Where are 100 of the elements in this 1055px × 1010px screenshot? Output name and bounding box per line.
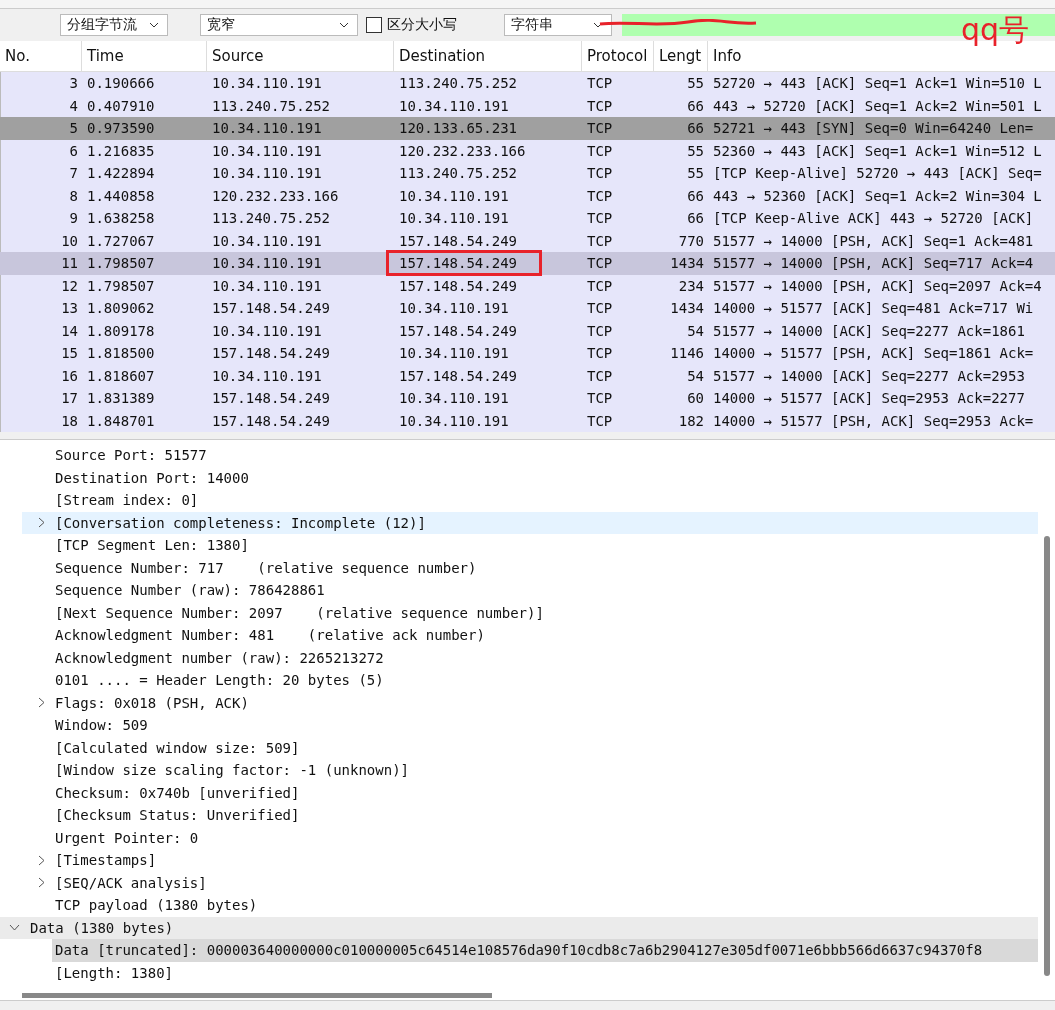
- chevron-icon[interactable]: [8, 924, 20, 932]
- detail-row[interactable]: Checksum: 0x740b [unverified]: [0, 781, 1038, 804]
- detail-row[interactable]: Sequence Number (raw): 786428861: [0, 579, 1038, 602]
- time-cell: 1.818607: [87, 367, 155, 384]
- detail-row[interactable]: Source Port: 51577: [0, 444, 1038, 467]
- number-cell: 10: [61, 232, 78, 249]
- protocol-cell: TCP: [587, 255, 613, 272]
- detail-row[interactable]: Flags: 0x018 (PSH, ACK): [0, 691, 1038, 714]
- info-cell: 14000 → 51577 [PSH, ACK] Seq=2953 Ack=: [713, 412, 1034, 429]
- field-label: Window: 509: [55, 717, 148, 734]
- info-cell: 51577 → 14000 [PSH, ACK] Seq=717 Ack=4: [713, 255, 1034, 272]
- packet-row[interactable]: 3 0.190666 10.34.110.191 113.240.75.252 TCP 55 52720 → 443 [ACK] Seq=1 Ack=1 Win=510 L: [0, 72, 1055, 95]
- column-header[interactable]: Destination: [394, 41, 582, 71]
- packet-row[interactable]: 9 1.638258 113.240.75.252 10.34.110.191 TCP 66 [TCP Keep-Alive ACK] 443 → 52720 [ACK]: [0, 207, 1055, 230]
- field-label: [Next Sequence Number: 2097 (relative sequence number)]: [55, 604, 544, 621]
- detail-row[interactable]: TCP payload (1380 bytes): [0, 894, 1038, 917]
- protocol-cell: TCP: [587, 412, 613, 429]
- field-label: [Timestamps]: [55, 852, 157, 869]
- detail-row[interactable]: Acknowledgment number (raw): 2265213272: [0, 646, 1038, 669]
- time-cell: 1.818500: [87, 345, 155, 362]
- field-label: [Stream index: 0]: [55, 492, 199, 509]
- number-cell: 5: [69, 120, 78, 137]
- info-cell: [TCP Keep-Alive ACK] 443 → 52720 [ACK]: [713, 210, 1034, 227]
- case-sensitive-checkbox[interactable]: [366, 16, 382, 33]
- packet-row[interactable]: 11 1.798507 10.34.110.191 157.148.54.249 TCP 1434 51577 → 14000 [PSH, ACK] Seq=717 Ack=4: [0, 252, 1055, 275]
- field-label[interactable]: Data [truncated]: 000003640000000c010000005c64514e108576da90f10cdb8c7a6b2904127e305df0071e6bbb566d6637c94370f8: [52, 939, 1038, 962]
- field-label: Destination Port: 14000: [55, 469, 249, 486]
- detail-row[interactable]: [Conversation completeness: Incomplete (12)]: [22, 511, 1038, 534]
- field-label: Urgent Pointer: 0: [55, 829, 199, 846]
- packet-row[interactable]: 16 1.818607 10.34.110.191 157.148.54.249 TCP 54 51577 → 14000 [ACK] Seq=2277 Ack=2953: [0, 364, 1055, 387]
- column-header[interactable]: Time: [82, 41, 207, 71]
- field-label: TCP payload (1380 bytes): [55, 897, 258, 914]
- length-cell: 1146: [670, 345, 704, 362]
- packet-row[interactable]: 12 1.798507 10.34.110.191 157.148.54.249 TCP 234 51577 → 14000 [PSH, ACK] Seq=2097 Ack=4: [0, 274, 1055, 297]
- destination-cell: 10.34.110.191: [399, 97, 509, 114]
- time-cell: 1.798507: [87, 255, 155, 272]
- column-header[interactable]: Source: [207, 41, 394, 71]
- source-cell: 113.240.75.252: [212, 97, 330, 114]
- detail-row[interactable]: Sequence Number: 717 (relative sequence number): [0, 556, 1038, 579]
- detail-row[interactable]: Urgent Pointer: 0: [0, 826, 1038, 849]
- destination-cell: 157.148.54.249: [389, 253, 539, 274]
- chevron-down-icon: [593, 21, 603, 28]
- detail-row[interactable]: Destination Port: 14000: [0, 466, 1038, 489]
- detail-row[interactable]: [Stream index: 0]: [0, 489, 1038, 512]
- protocol-cell: TCP: [587, 210, 613, 227]
- destination-cell: 157.148.54.249: [399, 232, 517, 249]
- detail-row[interactable]: Data (1380 bytes): [0, 916, 1038, 939]
- length-cell: 182: [678, 412, 704, 429]
- protocol-cell: TCP: [587, 165, 613, 182]
- packet-row[interactable]: 5 0.973590 10.34.110.191 120.133.65.231 TCP 66 52721 → 443 [SYN] Seq=0 Win=64240 Len=: [0, 117, 1055, 140]
- source-cell: 120.232.233.166: [212, 187, 339, 204]
- destination-cell: 113.240.75.252: [399, 165, 517, 182]
- destination-cell: 10.34.110.191: [399, 390, 509, 407]
- detail-row[interactable]: [TCP Segment Len: 1380]: [0, 534, 1038, 557]
- width-mode-dropdown[interactable]: 宽窄: [200, 13, 358, 36]
- number-cell: 7: [69, 165, 78, 182]
- detail-row[interactable]: Acknowledgment Number: 481 (relative ack number): [0, 624, 1038, 647]
- destination-cell: 10.34.110.191: [399, 210, 509, 227]
- chevron-right-icon[interactable]: [37, 854, 45, 866]
- number-cell: 9: [69, 210, 78, 227]
- packet-row[interactable]: 18 1.848701 157.148.54.249 10.34.110.191 TCP 182 14000 → 51577 [PSH, ACK] Seq=2953 Ack=: [0, 409, 1055, 432]
- time-cell: 0.407910: [87, 97, 155, 114]
- info-cell: 52360 → 443 [ACK] Seq=1 Ack=1 Win=512 L: [713, 142, 1042, 159]
- packet-row[interactable]: 8 1.440858 120.232.233.166 10.34.110.191 TCP 66 443 → 52360 [ACK] Seq=1 Ack=2 Win=304 L: [0, 184, 1055, 207]
- packet-row[interactable]: 10 1.727067 10.34.110.191 157.148.54.249 TCP 770 51577 → 14000 [PSH, ACK] Seq=1 Ack=481: [0, 229, 1055, 252]
- field-label: Source Port: 51577: [55, 447, 207, 464]
- column-header[interactable]: No.: [0, 41, 82, 71]
- detail-row[interactable]: [Next Sequence Number: 2097 (relative sequence number)]: [0, 601, 1038, 624]
- source-cell: 157.148.54.249: [212, 345, 330, 362]
- packet-row[interactable]: 6 1.216835 10.34.110.191 120.232.233.166 TCP 55 52360 → 443 [ACK] Seq=1 Ack=1 Win=512 L: [0, 139, 1055, 162]
- packet-row[interactable]: 13 1.809062 157.148.54.249 10.34.110.191 TCP 1434 14000 → 51577 [ACK] Seq=481 Ack=717 Wi: [0, 297, 1055, 320]
- detail-row[interactable]: Window: 509: [0, 714, 1038, 737]
- detail-row[interactable]: 0101 .... = Header Length: 20 bytes (5): [0, 669, 1038, 692]
- source-cell: 113.240.75.252: [212, 210, 330, 227]
- chevron-right-icon[interactable]: [37, 517, 45, 529]
- detail-row[interactable]: [Window size scaling factor: -1 (unknown)]: [0, 759, 1038, 782]
- info-cell: 14000 → 51577 [ACK] Seq=481 Ack=717 Wi: [713, 300, 1034, 317]
- number-cell: 13: [61, 300, 78, 317]
- field-label[interactable]: [Length: 1380]: [52, 961, 176, 984]
- detail-row[interactable]: [Checksum Status: Unverified]: [0, 804, 1038, 827]
- packet-row[interactable]: 15 1.818500 157.148.54.249 10.34.110.191 TCP 1146 14000 → 51577 [PSH, ACK] Seq=1861 Ack=: [0, 342, 1055, 365]
- column-header[interactable]: Lengt: [654, 41, 708, 71]
- detail-row[interactable]: [Calculated window size: 509]: [0, 736, 1038, 759]
- time-cell: 1.727067: [87, 232, 155, 249]
- source-cell: 10.34.110.191: [212, 75, 322, 92]
- packet-row[interactable]: 7 1.422894 10.34.110.191 113.240.75.252 TCP 55 [TCP Keep-Alive] 52720 → 443 [ACK] Seq=: [0, 162, 1055, 185]
- detail-row[interactable]: [Timestamps]: [0, 849, 1038, 872]
- field-label: [Calculated window size: 509]: [55, 739, 300, 756]
- detail-row[interactable]: [SEQ/ACK analysis]: [0, 871, 1038, 894]
- search-type-dropdown[interactable]: 字符串: [504, 13, 612, 36]
- packet-row[interactable]: 14 1.809178 10.34.110.191 157.148.54.249 TCP 54 51577 → 14000 [ACK] Seq=2277 Ack=1861: [0, 319, 1055, 342]
- display-mode-dropdown[interactable]: 分组字节流: [60, 13, 168, 36]
- packet-row[interactable]: 17 1.831389 157.148.54.249 10.34.110.191 TCP 60 14000 → 51577 [ACK] Seq=2953 Ack=2277: [0, 387, 1055, 410]
- column-header[interactable]: Protocol: [582, 41, 654, 71]
- chevron-right-icon[interactable]: [37, 697, 45, 709]
- packet-row[interactable]: 4 0.407910 113.240.75.252 10.34.110.191 TCP 66 443 → 52720 [ACK] Seq=1 Ack=2 Win=501 L: [0, 94, 1055, 117]
- length-cell: 54: [687, 322, 704, 339]
- source-cell: 10.34.110.191: [212, 120, 322, 137]
- chevron-right-icon[interactable]: [37, 877, 45, 889]
- field-label: [Conversation completeness: Incomplete (12)]: [55, 514, 426, 531]
